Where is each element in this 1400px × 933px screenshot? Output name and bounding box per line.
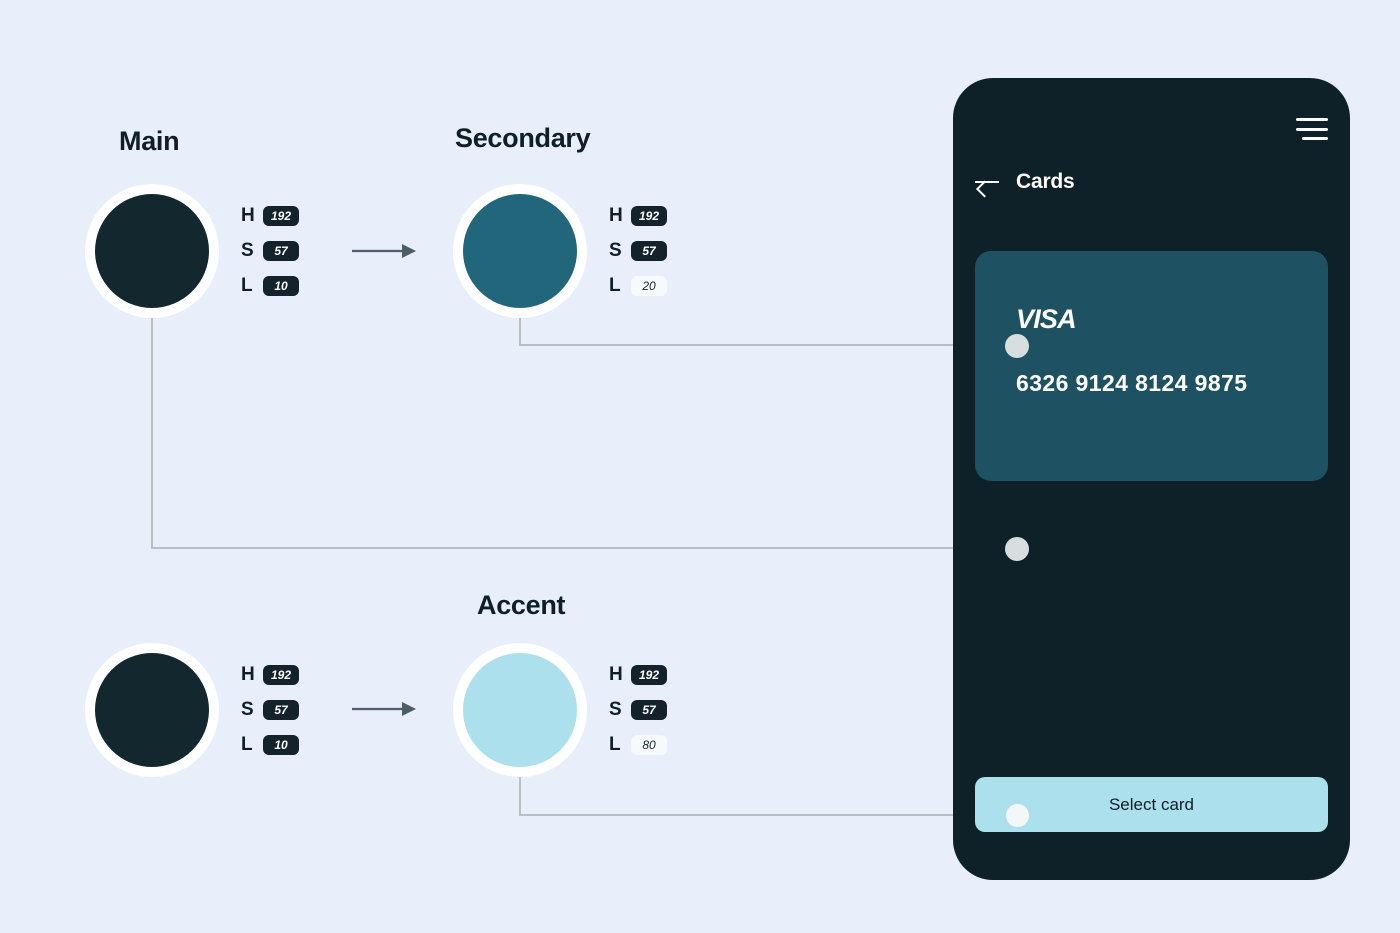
card-number: 6326 9124 8124 9875 <box>1016 370 1248 396</box>
hsl-value-s: 57 <box>263 700 299 720</box>
hsl-value-l: 80 <box>631 735 667 755</box>
connector-secondary-to-card <box>519 317 1017 346</box>
visa-card[interactable]: VISA 6326 9124 8124 9875 <box>975 251 1328 481</box>
visa-logo: VISA <box>1016 304 1077 334</box>
hsl-value-s: 57 <box>263 241 299 261</box>
arrow-main-to-secondary <box>352 244 416 258</box>
hsl-row-h: H 192 <box>609 205 667 227</box>
page-title: Cards <box>1016 170 1075 193</box>
hsl-row-l: L 10 <box>241 734 299 756</box>
hamburger-line-3 <box>1302 137 1328 140</box>
hsl-row-s: S 57 <box>609 699 667 721</box>
hsl-list-secondary: H 192 S 57 L 20 <box>609 205 667 297</box>
swatch-group-main-top[interactable]: H 192 S 57 L 10 <box>85 184 299 318</box>
connector-dot-main <box>1005 537 1029 561</box>
hsl-key-s: S <box>241 240 254 261</box>
hsl-row-h: H 192 <box>241 205 299 227</box>
hsl-row-s: S 57 <box>241 240 299 262</box>
hamburger-line-2 <box>1296 127 1328 131</box>
swatch-group-main-bottom[interactable]: H 192 S 57 L 10 <box>85 643 299 777</box>
hsl-key-l: L <box>241 275 253 296</box>
color-circle-secondary <box>463 194 577 308</box>
hsl-key-l: L <box>609 275 621 296</box>
hsl-value-h: 192 <box>263 665 299 685</box>
hsl-row-s: S 57 <box>609 240 667 262</box>
hsl-value-s: 57 <box>631 241 667 261</box>
connector-dot-secondary <box>1005 334 1029 358</box>
swatch-group-accent[interactable]: H 192 S 57 L 80 <box>453 643 667 777</box>
hsl-row-l: L 10 <box>241 275 299 297</box>
color-swatch-accent[interactable] <box>453 643 587 777</box>
color-swatch-secondary[interactable] <box>453 184 587 318</box>
hsl-key-s: S <box>241 699 254 720</box>
hsl-key-s: S <box>609 240 622 261</box>
hsl-value-s: 57 <box>631 700 667 720</box>
connector-main-to-phone <box>151 317 1017 549</box>
hsl-key-h: H <box>609 664 623 685</box>
design-canvas: Main H 192 S 57 L 10 Secondary H 192 S 5… <box>0 0 1400 933</box>
hsl-key-h: H <box>609 205 623 226</box>
hsl-key-l: L <box>609 734 621 755</box>
hsl-row-h: H 192 <box>241 664 299 686</box>
group-title-secondary: Secondary <box>455 123 591 153</box>
color-circle-main-2 <box>95 653 209 767</box>
hamburger-menu-icon[interactable] <box>1296 118 1328 140</box>
select-card-button[interactable]: Select card <box>975 777 1328 832</box>
hsl-key-h: H <box>241 664 255 685</box>
hsl-value-h: 192 <box>631 665 667 685</box>
connector-dot-accent <box>1006 804 1029 827</box>
group-title-main: Main <box>119 126 180 156</box>
hsl-list-accent: H 192 S 57 L 80 <box>609 664 667 756</box>
group-title-accent: Accent <box>477 590 566 620</box>
color-swatch-main-2[interactable] <box>85 643 219 777</box>
hsl-value-h: 192 <box>631 206 667 226</box>
hsl-key-s: S <box>609 699 622 720</box>
hamburger-line-1 <box>1296 118 1328 121</box>
hsl-key-l: L <box>241 734 253 755</box>
arrow-left-icon[interactable] <box>975 172 999 192</box>
hsl-key-h: H <box>241 205 255 226</box>
hsl-row-h: H 192 <box>609 664 667 686</box>
hsl-row-l: L 20 <box>609 275 667 297</box>
hsl-value-l: 10 <box>263 735 299 755</box>
swatch-group-secondary[interactable]: H 192 S 57 L 20 <box>453 184 667 318</box>
hsl-list-main: H 192 S 57 L 10 <box>241 205 299 297</box>
hsl-value-h: 192 <box>263 206 299 226</box>
color-swatch-main[interactable] <box>85 184 219 318</box>
color-circle-accent <box>463 653 577 767</box>
app-bar: Cards <box>975 170 1075 194</box>
arrow-main-to-accent <box>352 702 416 716</box>
hsl-row-l: L 80 <box>609 734 667 756</box>
phone-mockup: Cards VISA 6326 9124 8124 9875 Select ca… <box>953 78 1350 880</box>
color-circle-main <box>95 194 209 308</box>
connector-accent-to-button <box>519 776 1017 816</box>
hsl-value-l: 10 <box>263 276 299 296</box>
hsl-row-s: S 57 <box>241 699 299 721</box>
hsl-list-main-2: H 192 S 57 L 10 <box>241 664 299 756</box>
hsl-value-l: 20 <box>631 276 667 296</box>
